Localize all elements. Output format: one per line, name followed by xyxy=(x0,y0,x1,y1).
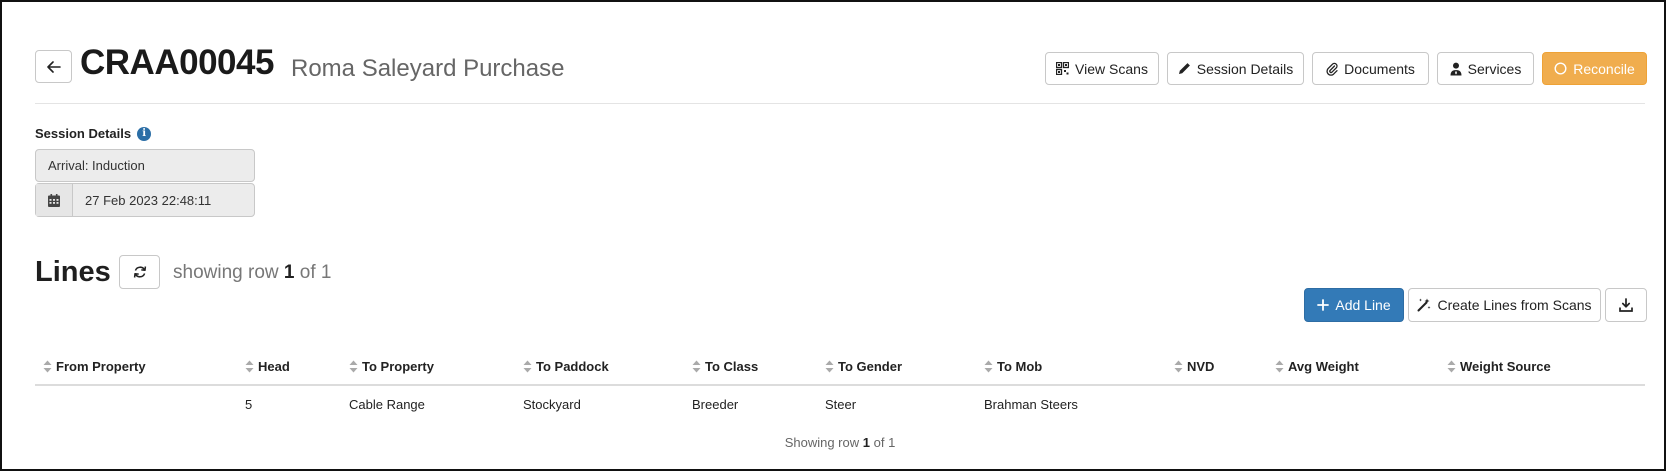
plus-icon xyxy=(1317,299,1330,311)
create-lines-from-scans-button[interactable]: Create Lines from Scans xyxy=(1408,288,1601,322)
column-header-weight-source[interactable]: Weight Source xyxy=(1447,359,1551,374)
paperclip-icon xyxy=(1326,62,1338,76)
column-label: To Class xyxy=(705,359,759,374)
refresh-icon xyxy=(133,266,146,278)
cell-to-class: Breeder xyxy=(692,397,739,412)
calendar-icon xyxy=(48,193,60,207)
column-header-to-class[interactable]: To Class xyxy=(692,359,758,374)
qrcode-icon xyxy=(1056,62,1070,75)
column-label: Head xyxy=(258,359,290,374)
sort-icon xyxy=(1275,360,1284,373)
column-label: NVD xyxy=(1187,359,1215,374)
add-line-button[interactable]: Add Line xyxy=(1304,288,1404,322)
pencil-icon xyxy=(1178,63,1190,74)
column-label: To Gender xyxy=(838,359,903,374)
circle-icon xyxy=(1554,62,1567,75)
column-label: Weight Source xyxy=(1460,359,1551,374)
session-type-field: Arrival: Induction xyxy=(35,149,255,182)
session-details-button[interactable]: Session Details xyxy=(1167,52,1304,85)
column-label: From Property xyxy=(56,359,146,374)
magic-wand-icon xyxy=(1417,298,1431,312)
session-details-heading: Session Details i xyxy=(35,126,152,141)
services-button[interactable]: Services xyxy=(1437,52,1534,85)
refresh-button[interactable] xyxy=(119,255,160,289)
documents-button[interactable]: Documents xyxy=(1312,52,1429,85)
info-icon[interactable]: i xyxy=(137,126,152,141)
cell-to-paddock: Stockyard xyxy=(523,397,581,412)
sort-icon xyxy=(825,360,834,373)
documents-label: Documents xyxy=(1344,60,1415,77)
sort-icon xyxy=(1174,360,1183,373)
view-scans-button[interactable]: View Scans xyxy=(1045,52,1159,85)
user-tie-icon xyxy=(1450,62,1462,75)
column-header-avg-weight[interactable]: Avg Weight xyxy=(1275,359,1359,374)
header-divider xyxy=(35,103,1645,104)
reconcile-button[interactable]: Reconcile xyxy=(1542,52,1647,85)
cell-to-property: Cable Range xyxy=(349,397,425,412)
row-count-current: 1 xyxy=(283,262,295,283)
column-header-head[interactable]: Head xyxy=(245,359,290,374)
row-count-suffix: of 1 xyxy=(299,262,332,283)
session-details-label: Session Details xyxy=(1196,60,1294,77)
session-name: Roma Saleyard Purchase xyxy=(291,55,565,82)
session-details-heading-text: Session Details xyxy=(35,126,132,141)
table-row[interactable]: 5 Cable Range Stockyard Breeder Steer Br… xyxy=(35,388,1645,420)
sort-icon xyxy=(523,360,532,373)
download-icon xyxy=(1619,298,1633,312)
lines-title: Lines xyxy=(35,256,111,288)
calendar-addon xyxy=(36,184,73,216)
download-button[interactable] xyxy=(1605,288,1647,322)
cell-to-mob: Brahman Steers xyxy=(984,397,1078,412)
add-line-label: Add Line xyxy=(1335,297,1391,313)
cell-head: 5 xyxy=(245,397,253,412)
session-code: CRAA00045 xyxy=(80,43,274,82)
footer-current: 1 xyxy=(862,435,870,450)
column-label: To Mob xyxy=(997,359,1043,374)
cell-to-gender: Steer xyxy=(825,397,857,412)
table-footer-row-count: Showing row 1 of 1 xyxy=(35,435,1645,450)
sort-icon xyxy=(1447,360,1456,373)
column-label: To Paddock xyxy=(536,359,609,374)
sort-icon xyxy=(245,360,254,373)
column-header-to-property[interactable]: To Property xyxy=(349,359,434,374)
reconcile-label: Reconcile xyxy=(1573,60,1635,77)
sort-icon xyxy=(349,360,358,373)
arrow-left-icon xyxy=(46,60,61,73)
column-header-to-mob[interactable]: To Mob xyxy=(984,359,1042,374)
column-header-from-property[interactable]: From Property xyxy=(43,359,146,374)
session-datetime-value: 27 Feb 2023 22:48:11 xyxy=(85,192,212,208)
row-count-prefix: showing row xyxy=(173,262,279,283)
column-label: To Property xyxy=(362,359,434,374)
column-header-to-paddock[interactable]: To Paddock xyxy=(523,359,609,374)
column-header-to-gender[interactable]: To Gender xyxy=(825,359,902,374)
back-button[interactable] xyxy=(35,50,72,83)
column-header-nvd[interactable]: NVD xyxy=(1174,359,1214,374)
create-lines-label: Create Lines from Scans xyxy=(1437,297,1592,313)
view-scans-label: View Scans xyxy=(1075,60,1148,77)
column-label: Avg Weight xyxy=(1288,359,1359,374)
table-header: From Property Head To Property To Paddoc… xyxy=(35,354,1645,386)
sort-icon xyxy=(43,360,52,373)
sort-icon xyxy=(692,360,701,373)
sort-icon xyxy=(984,360,993,373)
footer-prefix: Showing row xyxy=(784,435,860,450)
footer-suffix: of 1 xyxy=(873,435,896,450)
row-count-summary: showing row 1 of 1 xyxy=(173,262,331,284)
session-datetime-field: 27 Feb 2023 22:48:11 xyxy=(35,183,255,217)
services-label: Services xyxy=(1467,60,1522,77)
app-frame: CRAA00045 Roma Saleyard Purchase View Sc… xyxy=(0,0,1666,471)
